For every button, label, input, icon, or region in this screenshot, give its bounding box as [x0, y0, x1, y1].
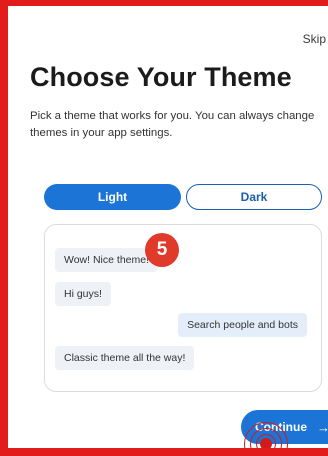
- theme-option-dark[interactable]: Dark: [186, 184, 322, 210]
- preview-message: Wow! Nice theme!: [55, 248, 158, 272]
- theme-preview-card[interactable]: Wow! Nice theme! Hi guys! Search people …: [44, 224, 322, 392]
- skip-link[interactable]: Skip: [303, 32, 326, 46]
- arrow-right-icon: →: [317, 420, 328, 435]
- theme-option-light-label: Light: [97, 190, 128, 204]
- screenshot-frame: Skip Choose Your Theme Pick a theme that…: [0, 0, 328, 456]
- continue-button[interactable]: Continue →: [241, 410, 328, 444]
- continue-button-label: Continue: [255, 420, 307, 434]
- theme-option-light[interactable]: Light: [44, 184, 181, 210]
- page-title: Choose Your Theme: [30, 62, 292, 92]
- page-subtitle: Pick a theme that works for you. You can…: [30, 110, 315, 139]
- step-number-badge: 5: [145, 233, 179, 267]
- preview-message: Search people and bots: [178, 313, 307, 337]
- preview-message: Hi guys!: [55, 282, 111, 306]
- theme-option-dark-label: Dark: [240, 190, 268, 204]
- preview-message: Classic theme all the way!: [55, 346, 195, 370]
- theme-onboarding-screen: Skip Choose Your Theme Pick a theme that…: [16, 12, 328, 448]
